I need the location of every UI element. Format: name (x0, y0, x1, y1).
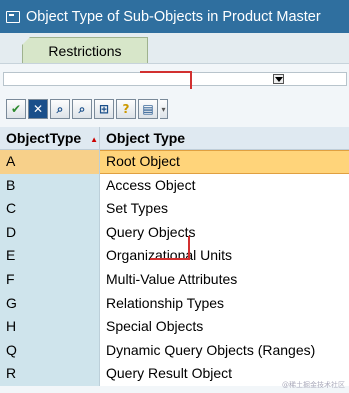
dropdown-arrow-icon[interactable] (273, 74, 284, 84)
watermark: @稀土掘金技术社区 (282, 381, 345, 389)
table-row[interactable]: Q Dynamic Query Objects (Ranges) (0, 338, 349, 363)
cell-objecttype[interactable]: Q (0, 338, 100, 363)
table-row[interactable]: E Organizational Units (0, 244, 349, 268)
tab-strip: Restrictions (0, 33, 349, 64)
binoculars-plus-icon[interactable]: ⌕ (72, 99, 92, 119)
cell-objecttype[interactable]: E (0, 244, 100, 268)
cell-objecttype[interactable]: G (0, 291, 100, 316)
print-dropdown-icon[interactable]: ▾ (160, 99, 168, 119)
table-row[interactable]: D Query Objects (0, 220, 349, 245)
cell-objecttype[interactable]: C (0, 197, 100, 221)
table-row[interactable]: B Access Object (0, 173, 349, 198)
binoculars-icon[interactable]: ⌕ (50, 99, 70, 119)
annotation-line (188, 236, 190, 260)
column-header-object-type[interactable]: Object Type (100, 127, 185, 149)
table-row[interactable]: C Set Types (0, 197, 349, 221)
results-table: ObjectType ▲ Object Type A Root Object B Ac… (0, 127, 349, 386)
table-body: A Root Object B Access Object C Set Types D Que… (0, 150, 349, 386)
cell-object-type[interactable]: Set Types (100, 197, 349, 221)
window-title: Object Type of Sub-Objects in Product Ma… (26, 8, 321, 25)
annotation-line (140, 71, 192, 73)
table-row[interactable]: G Relationship Types (0, 291, 349, 316)
annotation-line (190, 71, 192, 89)
cell-object-type[interactable]: Access Object (100, 173, 349, 198)
window-icon (6, 10, 20, 23)
cell-objecttype[interactable]: R (0, 362, 100, 386)
annotation-line (150, 258, 190, 260)
help-icon[interactable]: ? (116, 99, 136, 119)
table-row[interactable]: H Special Objects (0, 315, 349, 339)
table-header: ObjectType ▲ Object Type (0, 127, 349, 150)
cell-object-type[interactable]: Root Object (100, 150, 349, 174)
cell-objecttype[interactable]: H (0, 315, 100, 339)
cell-object-type[interactable]: Dynamic Query Objects (Ranges) (100, 338, 349, 363)
table-row[interactable]: A Root Object (0, 150, 349, 174)
cell-objecttype[interactable]: B (0, 173, 100, 198)
checkmark-icon[interactable]: ✔ (6, 99, 26, 119)
cell-objecttype[interactable]: A (0, 150, 100, 174)
sort-icon[interactable]: ⊞ (94, 99, 114, 119)
cell-object-type[interactable]: Relationship Types (100, 291, 349, 316)
restrictions-field[interactable] (3, 72, 347, 86)
cell-objecttype[interactable]: F (0, 267, 100, 292)
cell-object-type[interactable]: Multi-Value Attributes (100, 267, 349, 292)
title-bar: Object Type of Sub-Objects in Product Ma… (0, 0, 349, 33)
cell-object-type[interactable]: Special Objects (100, 315, 349, 339)
column-header-objecttype[interactable]: ObjectType ▲ (0, 127, 100, 149)
print-icon[interactable]: ▤ (138, 99, 158, 119)
sort-ascending-icon: ▲ (90, 135, 98, 144)
close-icon[interactable]: ✕ (28, 99, 48, 119)
tab-restrictions[interactable]: Restrictions (22, 37, 148, 63)
cell-object-type[interactable]: Query Objects (100, 220, 349, 245)
table-row[interactable]: F Multi-Value Attributes (0, 267, 349, 292)
cell-object-type[interactable]: Organizational Units (100, 244, 349, 268)
cell-objecttype[interactable]: D (0, 220, 100, 245)
toolbar: ✔ ✕ ⌕ ⌕ ⊞ ? ▤ ▾ (0, 96, 349, 122)
